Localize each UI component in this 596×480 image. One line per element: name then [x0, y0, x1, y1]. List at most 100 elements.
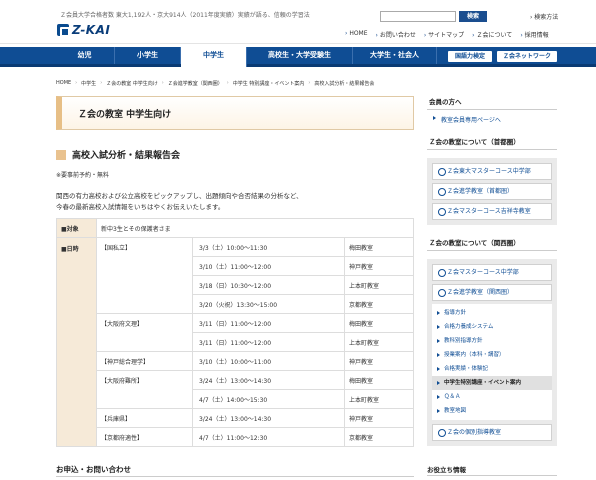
nav-item-university[interactable]: 大学生・社会人 [353, 47, 437, 64]
square-bullet-icon [56, 149, 66, 160]
sidebar: 会員の方へ 教室会員専用ページへ Ｚ会の教室について（首都圏） Ｚ会東大マスター… [427, 96, 557, 446]
breadcrumb-junior-high[interactable]: 中学生 [81, 80, 96, 87]
description: 関西の有力高校および公立高校をピックアップし、出題傾向や合否結果の分析など、 今… [56, 191, 414, 213]
kokugo-kentei-button[interactable]: 国語力検定 [448, 51, 492, 62]
description-line-2: 今春の最新高校入試情報をいちはやくお伝えいたします。 [56, 203, 225, 211]
place-cell: 上本町教室 [344, 275, 414, 295]
table-row: 【大阪府難所】 3/24（土）13:00～14:30 梅田教室 [57, 370, 414, 409]
date-cell: 3/18（日）10:30～12:00 [192, 275, 345, 295]
page-title: Ｚ会の教室 中学生向け [56, 96, 414, 130]
search-input[interactable] [380, 11, 456, 22]
date-cell: 3/3（土）10:00～11:30 [192, 237, 345, 257]
nav-item-junior-high[interactable]: 中学生 [181, 47, 247, 67]
date-cell: 3/10（土）11:00～12:00 [192, 256, 345, 276]
zkai-network-button[interactable]: Ｚ会ネットワーク [497, 51, 557, 62]
submenu-item[interactable]: 教室地図 [432, 404, 552, 418]
date-cell: 3/20（火祝）13:30～15:00 [192, 294, 345, 314]
shutoken-heading: Ｚ会の教室について（首都圏） [427, 136, 557, 150]
search-method-link[interactable]: › 検索方法 [530, 12, 558, 21]
shutoken-card-todai-master[interactable]: Ｚ会東大マスターコース中学部 [432, 163, 552, 180]
school-cell: 【大阪府文理】 [96, 313, 193, 352]
shutoken-box: Ｚ会東大マスターコース中学部 Ｚ会進学教室（首都圏） Ｚ会マスターコース吉祥寺教… [427, 158, 557, 225]
target-label: ■対象 [56, 218, 97, 238]
table-row: 【神戸総合理学】 3/10（土）10:00～11:00 神戸教室 [57, 351, 414, 371]
reservation-note: ※要事前予約・無料 [56, 172, 110, 179]
place-cell: 京都教室 [344, 294, 414, 314]
kansai-card-master[interactable]: Ｚ会マスターコース中学部 [432, 264, 552, 281]
global-nav: 幼児 小学生 中学生 高校生・大学受験生 大学生・社会人 国語力検定 Ｚ会ネット… [0, 47, 596, 67]
school-cell: 【国私立】 [96, 237, 193, 314]
kansai-submenu: 指導方針 合格力養成システム 教科別指導方針 授業案内（本科・講習） 合格実績・… [432, 304, 552, 420]
date-cell: 4/7（土）14:00～15:30 [192, 389, 345, 409]
date-cell: 3/24（土）13:00～14:30 [192, 370, 345, 390]
about-link[interactable]: Ｚ会について [472, 30, 512, 39]
table-row: 【京都府適性】 4/7（土）11:00～12:30 京都教室 [57, 427, 414, 447]
breadcrumb-classroom[interactable]: Ｚ会の教室 中学生向け [106, 80, 158, 87]
place-cell: 神戸教室 [344, 256, 414, 276]
description-line-1: 関西の有力高校および公立高校をピックアップし、出題傾向や合否結果の分析など、 [56, 192, 303, 200]
target-value: 新中3生とその保護者さま [96, 218, 414, 238]
school-cell: 【神戸総合理学】 [96, 351, 193, 371]
useful-info-heading: お役立ち情報 [427, 464, 557, 476]
home-link[interactable]: HOME [345, 30, 367, 39]
nav-item-preschool[interactable]: 幼児 [55, 47, 115, 64]
breadcrumb: HOME › 中学生 › Ｚ会の教室 中学生向け › Ｚ会進学教室（関西圏） › 中学生… [56, 80, 375, 87]
date-cell: 3/11（日）11:00～12:00 [192, 313, 345, 333]
table-row: 【兵庫県】 3/24（土）13:00～14:30 神戸教室 [57, 408, 414, 428]
contact-heading: お申込・お問い合わせ [56, 465, 131, 474]
submenu-item[interactable]: 指導方針 [432, 306, 552, 320]
main-content: Ｚ会の教室 中学生向け 高校入試分析・結果報告会 ※要事前予約・無料 関西の有力… [56, 96, 414, 213]
members-heading: 会員の方へ [427, 96, 557, 110]
place-cell: 京都教室 [344, 427, 414, 447]
submenu-item[interactable]: 授業案内（本科・講習） [432, 348, 552, 362]
submenu-item[interactable]: 合格実績・体験記 [432, 362, 552, 376]
shutoken-card-shingaku[interactable]: Ｚ会進学教室（首都圏） [432, 183, 552, 200]
breadcrumb-current: 高校入試分析・結果報告会 [314, 81, 375, 87]
breadcrumb-home[interactable]: HOME [56, 80, 71, 87]
place-cell: 神戸教室 [344, 408, 414, 428]
members-page-link[interactable]: 教室会員専用ページへ [427, 110, 557, 124]
search-button[interactable]: 検索 [459, 11, 487, 22]
school-cell: 【大阪府難所】 [96, 370, 193, 409]
nav-item-high-school[interactable]: 高校生・大学受験生 [247, 47, 353, 64]
kansai-box: Ｚ会マスターコース中学部 Ｚ会進学教室（関西圏） 指導方針 合格力養成システム … [427, 259, 557, 446]
place-cell: 梅田教室 [344, 370, 414, 390]
date-cell: 4/7（土）11:00～12:30 [192, 427, 345, 447]
shutoken-card-kichijoji[interactable]: Ｚ会マスターコース吉祥寺教室 [432, 203, 552, 220]
contact-link[interactable]: お問い合わせ [376, 30, 416, 39]
submenu-item[interactable]: 教科別指導方針 [432, 334, 552, 348]
site-header: Ｚ会員大学合格者数 東大1,192人・京大914人（2011年度実績）実績が語る… [0, 0, 596, 44]
zkai-logo[interactable]: Z-KAI [57, 22, 127, 38]
nav-item-elementary[interactable]: 小学生 [115, 47, 181, 64]
place-cell: 梅田教室 [344, 313, 414, 333]
school-cell: 【京都府適性】 [96, 427, 193, 447]
place-cell: 神戸教室 [344, 351, 414, 371]
kobetsu-card[interactable]: Ｚ会の個別指導教室 [432, 424, 552, 441]
logo-mark-icon [57, 24, 70, 37]
date-cell: 3/10（土）10:00～11:00 [192, 351, 345, 371]
submenu-item-current[interactable]: 中学生特別講座・イベント案内 [432, 376, 552, 390]
section-title: 高校入試分析・結果報告会 [72, 151, 181, 161]
submenu-item[interactable]: 合格力養成システム [432, 320, 552, 334]
section-heading: 高校入試分析・結果報告会 [56, 148, 414, 161]
table-row: ■対象 新中3生とその保護者さま [56, 218, 414, 238]
schedule-table: ■対象 新中3生とその保護者さま ■日時 【国私立】 3/3（土）10:00～1… [56, 218, 414, 447]
place-cell: 上本町教室 [344, 332, 414, 352]
breadcrumb-events[interactable]: 中学生 特別講座・イベント案内 [233, 80, 305, 87]
kansai-heading: Ｚ会の教室について（関西圏） [427, 237, 557, 251]
sitemap-link[interactable]: サイトマップ [424, 30, 464, 39]
logo-text: Z-KAI [72, 23, 111, 37]
divider [56, 476, 414, 477]
school-cell: 【兵庫県】 [96, 408, 193, 428]
place-cell: 梅田教室 [344, 237, 414, 257]
place-cell: 上本町教室 [344, 389, 414, 409]
recruit-link[interactable]: 採用情報 [520, 30, 549, 39]
breadcrumb-kansai[interactable]: Ｚ会進学教室（関西圏） [168, 80, 223, 87]
date-cell: 3/24（土）13:00～14:30 [192, 408, 345, 428]
header-tagline: Ｚ会員大学合格者数 東大1,192人・京大914人（2011年度実績）実績が語る… [60, 12, 310, 19]
submenu-item[interactable]: Ｑ＆Ａ [432, 390, 552, 404]
table-row: 【大阪府文理】 3/11（日）11:00～12:00 梅田教室 [57, 313, 414, 352]
kansai-card-shingaku[interactable]: Ｚ会進学教室（関西圏） [432, 284, 552, 301]
utility-links: HOME お問い合わせ サイトマップ Ｚ会について 採用情報 [345, 30, 549, 39]
table-row: ■日時 【国私立】 3/3（土）10:00～11:30 梅田教室 [56, 237, 414, 447]
